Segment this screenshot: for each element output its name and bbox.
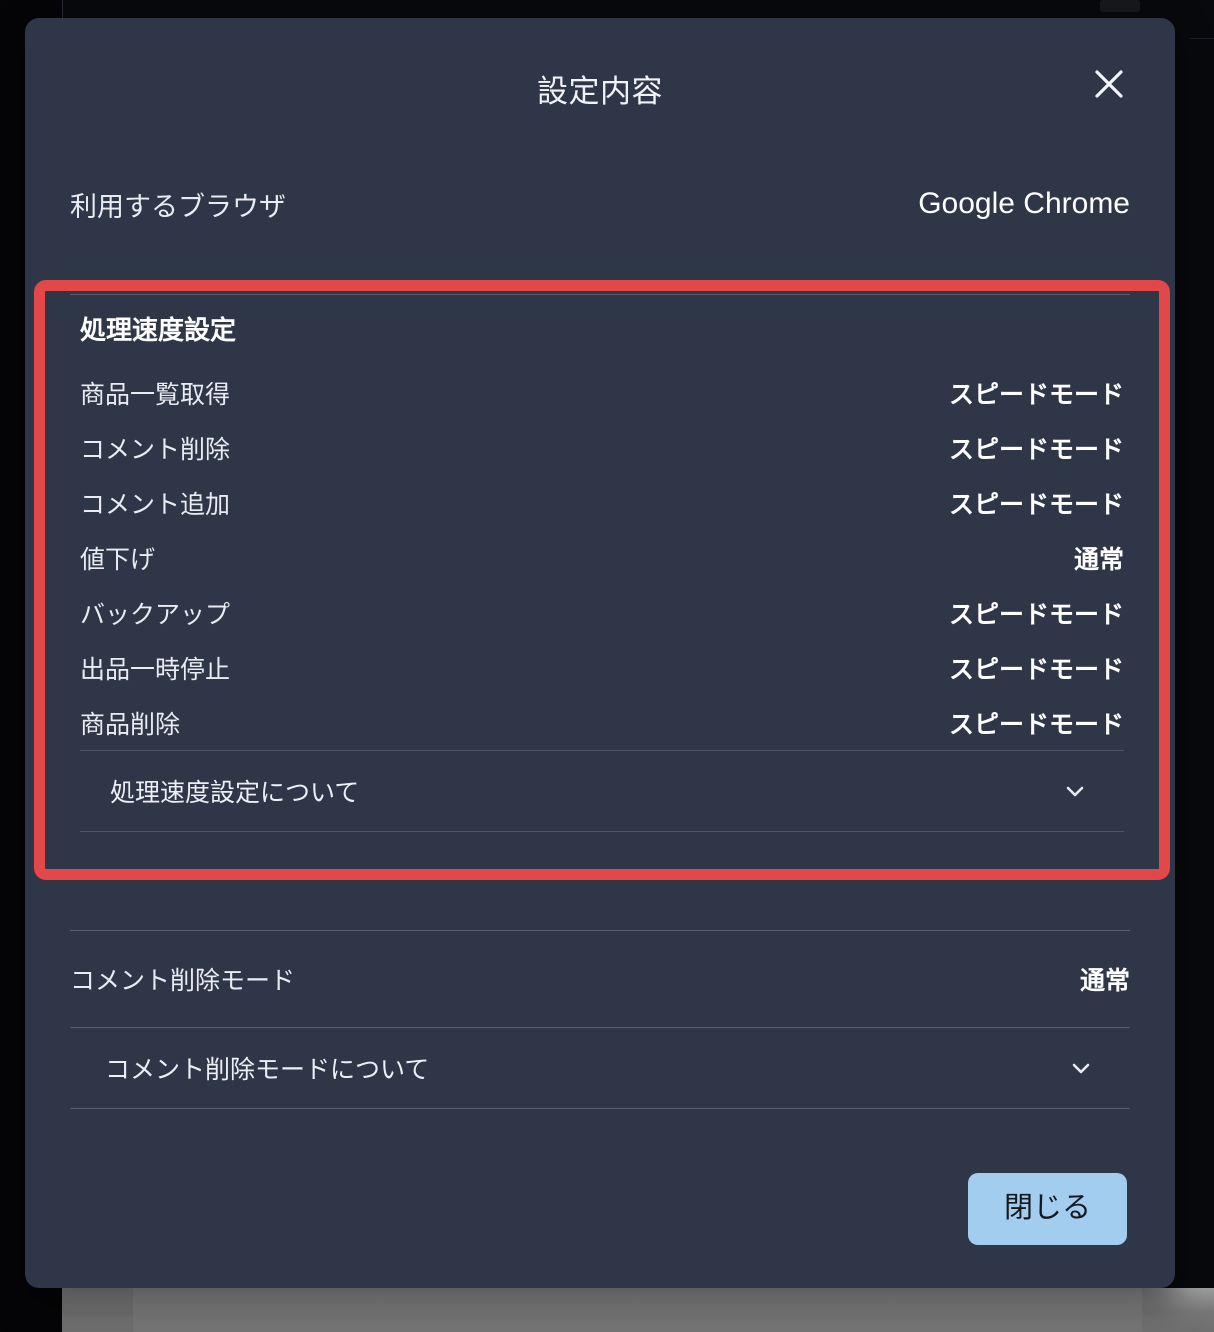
divider-speed-bottom (80, 831, 1124, 832)
table-row[interactable]: 商品削除 スピードモード (45, 695, 1159, 750)
row-comment-delete-mode-value: 通常 (1079, 967, 1130, 995)
table-row[interactable]: 値下げ 通常 (45, 530, 1159, 585)
chevron-down-icon (1061, 777, 1089, 805)
settings-modal: 設定内容 利用するブラウザ Google Chrome 処理速度設定 商品一覧取… (25, 18, 1175, 1288)
row-label: 値下げ (80, 545, 156, 574)
table-row[interactable]: バックアップ スピードモード (45, 585, 1159, 640)
row-value: スピードモード (948, 710, 1124, 739)
row-label: コメント削除 (80, 435, 231, 464)
page-title: 設定内容 (537, 74, 663, 109)
row-browser-label: 利用するブラウザ (70, 191, 286, 222)
table-row[interactable]: 出品一時停止 スピードモード (45, 640, 1159, 695)
close-button[interactable]: 閉じる (967, 1173, 1127, 1245)
row-label: バックアップ (80, 600, 231, 629)
speed-settings-section: 処理速度設定 商品一覧取得 スピードモード コメント削除 スピードモード コメン… (45, 291, 1159, 869)
row-value: スピードモード (948, 600, 1124, 629)
table-row[interactable]: 商品一覧取得 スピードモード (45, 365, 1159, 420)
chevron-down-icon (1067, 1054, 1095, 1082)
row-label: 商品一覧取得 (80, 380, 231, 409)
page-right-hairline (1190, 38, 1214, 39)
close-x-icon (1092, 67, 1126, 101)
row-browser[interactable]: 利用するブラウザ Google Chrome (25, 166, 1175, 242)
row-value: スピードモード (948, 380, 1124, 409)
row-value: スピードモード (948, 490, 1124, 519)
accordion-label: 処理速度設定について (110, 779, 360, 807)
row-comment-delete-mode[interactable]: コメント削除モード 通常 (25, 931, 1175, 1027)
row-value: スピードモード (948, 655, 1124, 684)
background-control-ghost (1100, 0, 1140, 12)
row-value: スピードモード (948, 435, 1124, 464)
accordion-speed-settings-about[interactable]: 処理速度設定について (45, 751, 1159, 831)
accordion-comment-delete-mode-about[interactable]: コメント削除モードについて (25, 1028, 1175, 1108)
row-label: 商品削除 (80, 710, 181, 739)
accordion-label: コメント削除モードについて (105, 1056, 430, 1084)
table-row[interactable]: コメント追加 スピードモード (45, 475, 1159, 530)
page-surface-inner (133, 1288, 1142, 1332)
speed-section-heading: 処理速度設定 (80, 315, 237, 345)
row-value: 通常 (1073, 545, 1124, 574)
row-label: 出品一時停止 (80, 655, 231, 684)
close-x-button[interactable] (1077, 52, 1141, 116)
modal-header: 設定内容 (25, 18, 1175, 148)
table-row[interactable]: コメント削除 スピードモード (45, 420, 1159, 475)
row-label: コメント追加 (80, 490, 231, 519)
row-comment-delete-mode-label: コメント削除モード (70, 967, 296, 995)
comment-delete-mode-block: コメント削除モード 通常 コメント削除モードについて (25, 898, 1175, 1109)
divider-lower-bottom (70, 1108, 1130, 1109)
modal-footer: 閉じる (25, 1173, 1175, 1245)
row-browser-value: Google Chrome (918, 187, 1130, 220)
browser-block: 利用するブラウザ Google Chrome (25, 148, 1175, 295)
